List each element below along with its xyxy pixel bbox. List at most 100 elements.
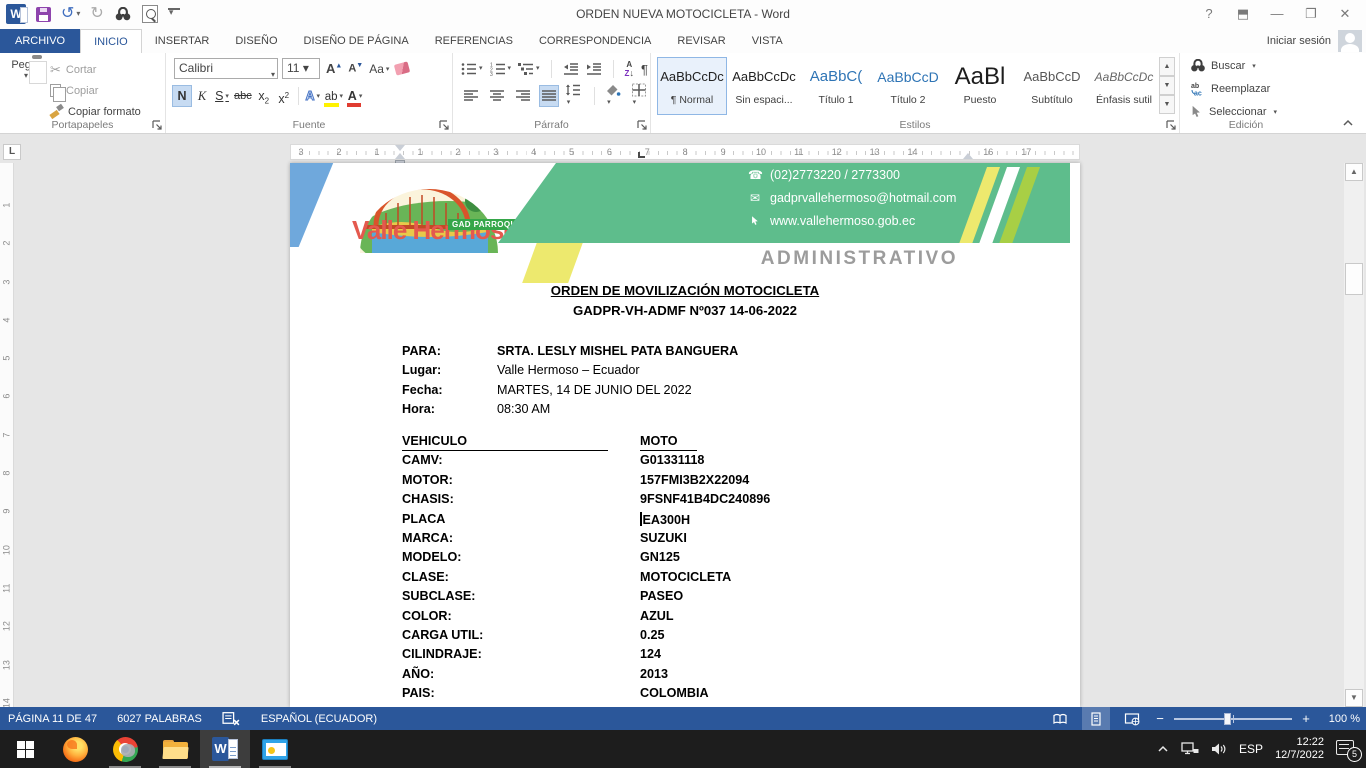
- justify-button[interactable]: [539, 85, 559, 107]
- taskbar-word[interactable]: W: [200, 730, 250, 768]
- cut-button[interactable]: ✂ Cortar: [50, 59, 141, 80]
- parrafo-dialog-launcher[interactable]: [636, 119, 648, 131]
- clock[interactable]: 12:22 12/7/2022: [1275, 736, 1324, 762]
- zoom-slider-thumb[interactable]: [1224, 713, 1231, 725]
- zoom-out-button[interactable]: −: [1154, 711, 1166, 726]
- start-button[interactable]: [0, 730, 50, 768]
- portapapeles-dialog-launcher[interactable]: [151, 119, 163, 131]
- word-app-icon[interactable]: [6, 4, 26, 24]
- styles-scroll-down-button[interactable]: ▼: [1159, 76, 1175, 95]
- print-layout-button[interactable]: [1082, 707, 1110, 730]
- numbering-button[interactable]: [490, 62, 512, 76]
- align-right-button[interactable]: [513, 85, 533, 107]
- taskbar-chrome[interactable]: [100, 730, 150, 768]
- bold-button[interactable]: N: [172, 85, 192, 107]
- tab-selector[interactable]: L: [3, 144, 21, 160]
- document-page[interactable]: Valle Hermoso GAD PARROQUIAL ☎(02)277322…: [290, 163, 1080, 707]
- ribbon-display-button[interactable]: ⬒: [1226, 0, 1260, 28]
- print-preview-button[interactable]: [142, 5, 158, 23]
- superscript-button[interactable]: x2: [274, 85, 294, 107]
- first-line-indent-marker[interactable]: [395, 145, 405, 151]
- fuente-dialog-launcher[interactable]: [438, 119, 450, 131]
- style-card-titulo2[interactable]: AaBbCcD Título 2: [873, 57, 943, 115]
- save-button[interactable]: [36, 7, 51, 22]
- style-card-enfasis-sutil[interactable]: AaBbCcDc Énfasis sutil: [1089, 57, 1159, 115]
- page-indicator[interactable]: PÁGINA 11 DE 47: [8, 713, 97, 725]
- tab-insertar[interactable]: INSERTAR: [142, 29, 223, 53]
- undo-button[interactable]: ↺: [61, 6, 80, 22]
- clear-formatting-button[interactable]: [394, 61, 410, 75]
- show-marks-button[interactable]: ¶: [641, 62, 648, 77]
- grow-font-button[interactable]: A▲: [326, 61, 342, 76]
- sign-in-label[interactable]: Iniciar sesión: [1267, 35, 1331, 47]
- style-card-puesto[interactable]: AaBl Puesto: [945, 57, 1015, 115]
- customize-qat-button[interactable]: [168, 8, 180, 20]
- font-size-combobox[interactable]: 11 ▾: [282, 58, 320, 79]
- multilevel-list-button[interactable]: [518, 62, 540, 76]
- paste-button[interactable]: Pegar: [6, 57, 46, 123]
- tab-vista[interactable]: VISTA: [739, 29, 796, 53]
- hanging-indent-marker[interactable]: [395, 153, 405, 159]
- web-layout-button[interactable]: [1118, 707, 1146, 730]
- word-count[interactable]: 6027 PALABRAS: [117, 713, 202, 725]
- notification-center-button[interactable]: 5: [1336, 739, 1358, 759]
- taskbar-file-explorer[interactable]: [150, 730, 200, 768]
- underline-button[interactable]: S: [212, 85, 232, 107]
- style-card-subtitulo[interactable]: AaBbCcD Subtítulo: [1017, 57, 1087, 115]
- zoom-slider[interactable]: [1174, 718, 1292, 720]
- text-effects-button[interactable]: A: [303, 85, 323, 107]
- shrink-font-button[interactable]: A▼: [348, 62, 363, 75]
- input-language[interactable]: ESP: [1239, 742, 1263, 756]
- minimize-button[interactable]: —: [1260, 0, 1294, 28]
- tab-referencias[interactable]: REFERENCIAS: [422, 29, 526, 53]
- collapse-ribbon-button[interactable]: [1342, 118, 1354, 129]
- vertical-scrollbar[interactable]: ▲ ▼: [1344, 163, 1364, 707]
- tray-expand-chevron[interactable]: [1157, 740, 1169, 758]
- styles-scroll-up-button[interactable]: ▲: [1159, 57, 1175, 76]
- find-icon[interactable]: [114, 7, 132, 22]
- scroll-up-button[interactable]: ▲: [1345, 163, 1363, 181]
- font-family-combobox[interactable]: Calibri ▾: [174, 58, 278, 79]
- style-card-titulo1[interactable]: AaBbC( Título 1: [801, 57, 871, 115]
- strikethrough-button[interactable]: abc: [232, 85, 254, 107]
- proofing-icon[interactable]: [222, 711, 241, 726]
- close-button[interactable]: ✕: [1328, 0, 1362, 28]
- sign-in[interactable]: Iniciar sesión: [1267, 28, 1362, 53]
- tab-revisar[interactable]: REVISAR: [664, 29, 738, 53]
- align-left-button[interactable]: [461, 85, 481, 107]
- align-center-button[interactable]: [487, 85, 507, 107]
- scrollbar-thumb[interactable]: [1345, 263, 1363, 295]
- change-case-button[interactable]: Aa: [369, 62, 389, 76]
- language-indicator[interactable]: ESPAÑOL (ECUADOR): [261, 713, 377, 725]
- right-indent-marker[interactable]: [963, 153, 973, 159]
- shading-button[interactable]: [605, 83, 624, 109]
- horizontal-ruler[interactable]: 321 12345678910111213141617: [290, 144, 1080, 160]
- document-body[interactable]: ORDEN DE MOVILIZACIÓN MOTOCICLETA GADPR-…: [290, 163, 1080, 707]
- line-spacing-button[interactable]: [565, 83, 584, 109]
- tab-diseno[interactable]: DISEÑO: [222, 29, 290, 53]
- bullets-button[interactable]: [461, 62, 483, 76]
- style-card-normal[interactable]: AaBbCcDc ¶ Normal: [657, 57, 727, 115]
- taskbar-firefox[interactable]: [50, 730, 100, 768]
- tab-diseno-de-pagina[interactable]: DISEÑO DE PÁGINA: [291, 29, 422, 53]
- tab-inicio[interactable]: INICIO: [80, 29, 142, 53]
- network-icon[interactable]: [1181, 740, 1199, 758]
- volume-icon[interactable]: [1211, 740, 1227, 758]
- decrease-indent-button[interactable]: [563, 62, 579, 76]
- help-button[interactable]: ?: [1192, 0, 1226, 28]
- sort-button[interactable]: AZ: [625, 61, 634, 78]
- restore-button[interactable]: ❐: [1294, 0, 1328, 28]
- zoom-level[interactable]: 100 %: [1320, 713, 1360, 725]
- chevron-down-icon[interactable]: ▾: [303, 61, 309, 75]
- find-button[interactable]: Buscar: [1190, 56, 1306, 76]
- styles-more-button[interactable]: ▼: [1159, 95, 1175, 114]
- text-highlight-button[interactable]: ab: [323, 85, 345, 107]
- zoom-in-button[interactable]: +: [1300, 711, 1312, 726]
- italic-button[interactable]: K: [192, 85, 212, 107]
- user-avatar-icon[interactable]: [1338, 30, 1362, 52]
- tab-stop-marker[interactable]: [638, 152, 645, 158]
- read-mode-button[interactable]: [1046, 707, 1074, 730]
- font-color-button[interactable]: A: [345, 85, 365, 107]
- subscript-button[interactable]: x2: [254, 85, 274, 107]
- scroll-down-button[interactable]: ▼: [1345, 689, 1363, 707]
